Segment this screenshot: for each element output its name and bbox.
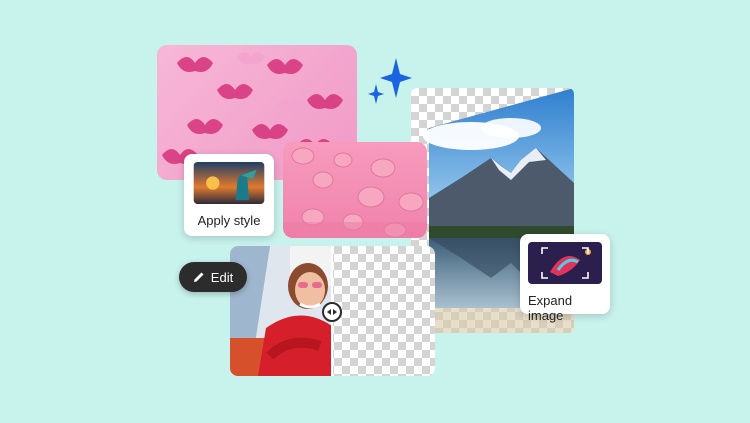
edit-button[interactable]: Edit	[179, 262, 247, 292]
edit-label: Edit	[210, 269, 234, 285]
apply-style-thumbnail	[193, 162, 265, 204]
sparkle-icon	[368, 58, 412, 104]
expand-frame-icon	[541, 247, 589, 279]
expand-image-label: Expand image	[528, 293, 573, 323]
expand-image-card[interactable]: Expand image	[520, 234, 610, 323]
macaron-image-card	[283, 142, 427, 238]
apply-style-card[interactable]: Apply style	[184, 154, 274, 236]
split-handle-icon[interactable]	[322, 302, 342, 322]
apply-style-label: Apply style	[197, 213, 261, 228]
portrait-split-card	[230, 246, 435, 376]
pencil-icon	[193, 272, 204, 282]
